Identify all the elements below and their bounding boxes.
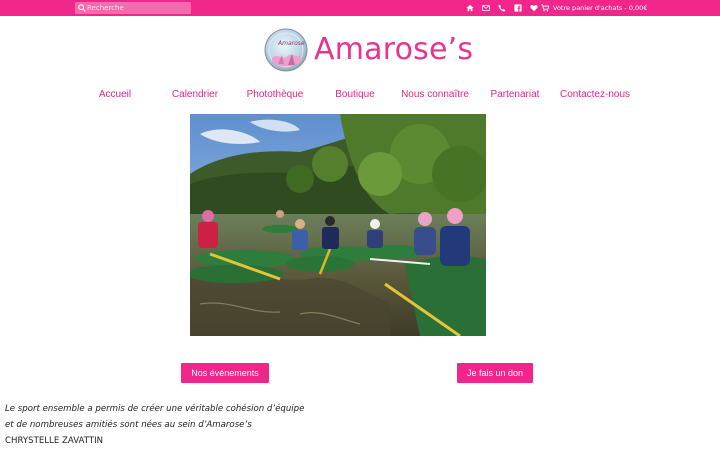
heart-icon[interactable] <box>526 0 542 16</box>
testimonial-line-1: Le sport ensemble a permis de créer une … <box>5 404 305 414</box>
top-bar: Votre panier d'achats - 0,00€ <box>0 0 720 16</box>
cart-link[interactable]: Votre panier d'achats - 0,00€ <box>541 0 647 16</box>
facebook-icon[interactable] <box>510 0 526 16</box>
donate-button[interactable]: Je fais un don <box>457 363 533 383</box>
cart-label: Votre panier d'achats - 0,00€ <box>553 4 648 12</box>
home-icon[interactable] <box>462 0 478 16</box>
testimonial-author: CHRYSTELLE ZAVATTIN <box>5 436 104 446</box>
nav-item-nous-connaitre[interactable]: Nous connaître <box>395 87 475 103</box>
nav-item-phototheque[interactable]: Photothèque <box>235 87 315 103</box>
phone-icon[interactable] <box>494 0 510 16</box>
testimonial-line-2: et de nombreuses amitiés sont nées au se… <box>5 420 252 430</box>
events-button[interactable]: Nos événements <box>181 363 269 383</box>
logo-caption: Amarose <box>277 40 305 47</box>
nav-item-accueil[interactable]: Accueil <box>75 87 155 103</box>
site-logo[interactable]: Amarose Amarose’s <box>264 27 473 72</box>
kayak-group-photo <box>190 114 486 336</box>
cart-icon <box>541 4 549 12</box>
search-input[interactable] <box>86 2 186 14</box>
top-icon-links <box>462 0 542 16</box>
logo-emblem: Amarose <box>264 28 308 71</box>
hero-photo <box>190 114 486 336</box>
nav-item-partenariat[interactable]: Partenariat <box>475 87 555 103</box>
mail-icon[interactable] <box>478 0 494 16</box>
testimonial: Le sport ensemble a permis de créer une … <box>5 401 304 449</box>
search-icon <box>78 4 86 12</box>
nav-item-contactez-nous[interactable]: Contactez-nous <box>555 87 635 103</box>
main-nav: Accueil Calendrier Photothèque Boutique … <box>75 87 639 103</box>
nav-item-boutique[interactable]: Boutique <box>315 87 395 103</box>
nav-item-calendrier[interactable]: Calendrier <box>155 87 235 103</box>
search-box[interactable] <box>75 2 191 14</box>
site-title: Amarose’s <box>314 32 474 67</box>
